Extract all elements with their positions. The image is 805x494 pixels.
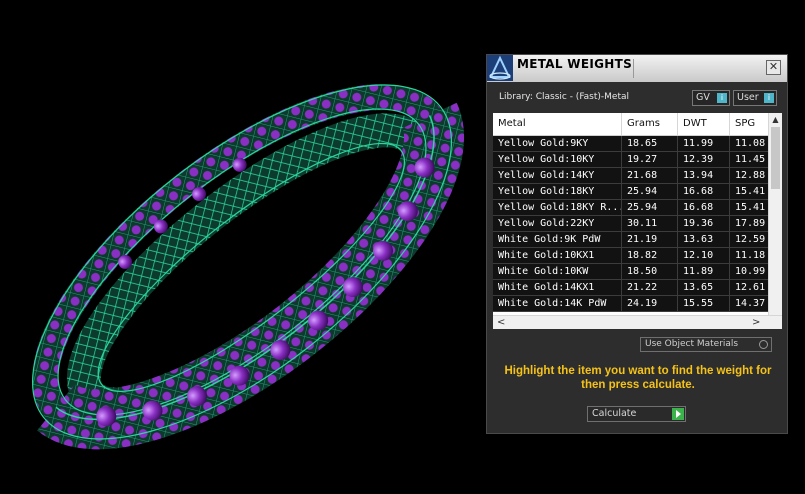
column-header-metal[interactable]: Metal <box>493 113 622 135</box>
dwt-cell: 11.89 <box>678 264 730 279</box>
dwt-cell: 16.68 <box>678 200 730 215</box>
table-row[interactable]: White Gold:14K PdW 24.19 15.55 14.37 <box>493 296 768 312</box>
dwt-cell: 13.94 <box>678 168 730 183</box>
table-header: Metal Grams DWT SPG <box>493 113 768 136</box>
spg-cell: 12.61 <box>735 282 766 293</box>
scrollbar-corner <box>768 316 782 329</box>
dwt-cell: 13.65 <box>678 280 730 295</box>
dwt-cell: 13.63 <box>678 232 730 247</box>
table-row[interactable]: Yellow Gold:22KY 30.11 19.36 17.89 <box>493 216 768 232</box>
column-header-grams[interactable]: Grams <box>622 113 678 135</box>
metal-cell: White Gold:10KW <box>493 264 622 279</box>
metal-cell: Yellow Gold:10KY <box>493 152 622 167</box>
spg-cell: 12.88 <box>735 170 766 181</box>
gv-toggle[interactable]: GV i <box>692 90 730 106</box>
metal-cell: Yellow Gold:9KY <box>493 136 622 151</box>
grams-cell: 18.65 <box>622 136 678 151</box>
grams-cell: 18.82 <box>622 248 678 263</box>
library-label: Library: Classic - (Fast)-Metal <box>499 92 630 102</box>
metal-cell: White Gold:14K PdW <box>493 296 622 311</box>
table-row[interactable]: White Gold:14KX1 21.22 13.65 12.61 <box>493 280 768 296</box>
dwt-cell: 11.99 <box>678 136 730 151</box>
panel-titlebar[interactable]: METAL WEIGHTS ✕ <box>487 55 787 82</box>
info-icon: i <box>764 93 774 103</box>
grams-cell: 25.94 <box>622 200 678 215</box>
metal-cell: Yellow Gold:14KY <box>493 168 622 183</box>
table-row[interactable]: Yellow Gold:14KY 21.68 13.94 12.88 <box>493 168 768 184</box>
metal-cell: White Gold:10KX1 <box>493 248 622 263</box>
close-button[interactable]: ✕ <box>766 60 781 75</box>
table-row[interactable]: Yellow Gold:18KY R... 25.94 16.68 15.41 <box>493 200 768 216</box>
spg-cell: 11.08 <box>735 138 766 149</box>
grams-cell: 21.68 <box>622 168 678 183</box>
app-logo-icon <box>487 55 513 81</box>
scroll-left-icon[interactable]: < <box>497 316 505 329</box>
column-header-dwt[interactable]: DWT <box>678 113 730 135</box>
spg-cell: 11.18 <box>735 250 766 261</box>
table-row[interactable]: White Gold:10KX1 18.82 12.10 11.18 <box>493 248 768 264</box>
column-header-spg[interactable]: SPG <box>730 113 768 135</box>
scroll-up-icon[interactable]: ▲ <box>769 113 782 126</box>
table-row[interactable]: Yellow Gold:10KY 19.27 12.39 11.45 <box>493 152 768 168</box>
titlebar-divider <box>633 59 634 78</box>
metal-cell: White Gold:9K PdW <box>493 232 622 247</box>
play-arrow-icon <box>672 408 684 420</box>
panel-title: METAL WEIGHTS <box>517 57 633 71</box>
dwt-cell: 15.55 <box>678 296 730 311</box>
metal-cell: Yellow Gold:22KY <box>493 216 622 231</box>
grams-cell: 30.11 <box>622 216 678 231</box>
grams-cell: 21.19 <box>622 232 678 247</box>
bangle-wireframe-render <box>31 84 464 450</box>
calculate-button[interactable]: Calculate <box>587 406 686 422</box>
info-icon: i <box>717 93 727 103</box>
table-row[interactable]: Yellow Gold:9KY 18.65 11.99 11.08 <box>493 136 768 152</box>
scroll-thumb[interactable] <box>771 127 780 189</box>
radio-icon[interactable] <box>759 340 768 349</box>
grams-cell: 18.50 <box>622 264 678 279</box>
dwt-cell: 12.39 <box>678 152 730 167</box>
metal-weights-panel: METAL WEIGHTS ✕ Library: Classic - (Fast… <box>486 54 788 434</box>
spg-cell: 15.41 <box>735 186 766 197</box>
instructions-text: Highlight the item you want to find the … <box>504 365 772 391</box>
dwt-cell: 12.10 <box>678 248 730 263</box>
horizontal-scrollbar[interactable]: < > <box>493 315 782 329</box>
calculate-label: Calculate <box>592 408 637 419</box>
metal-cell: Yellow Gold:18KY <box>493 184 622 199</box>
grams-cell: 21.22 <box>622 280 678 295</box>
table-body: Yellow Gold:9KY 18.65 11.99 11.08 Yellow Gol… <box>493 136 768 312</box>
spg-cell: 12.59 <box>735 234 766 245</box>
spg-cell: 15.41 <box>735 202 766 213</box>
spg-cell: 17.89 <box>735 218 766 229</box>
grams-cell: 19.27 <box>622 152 678 167</box>
spg-cell: 10.99 <box>735 266 766 277</box>
spg-cell: 14.37 <box>735 298 766 309</box>
metal-table: Metal Grams DWT SPG Yellow Gold:9KY 18.65… <box>493 113 782 329</box>
table-row[interactable]: White Gold:10KW 18.50 11.89 10.99 <box>493 264 768 280</box>
scroll-right-icon[interactable]: > <box>752 316 760 329</box>
grams-cell: 24.19 <box>622 296 678 311</box>
metal-cell: White Gold:14KX1 <box>493 280 622 295</box>
table-row[interactable]: White Gold:9K PdW 21.19 13.63 12.59 <box>493 232 768 248</box>
use-object-materials-toggle[interactable]: Use Object Materials <box>640 337 772 352</box>
3d-viewport[interactable] <box>0 0 480 490</box>
user-toggle-label: User <box>737 92 759 103</box>
vertical-scrollbar[interactable]: ▲ <box>768 113 782 315</box>
gv-toggle-label: GV <box>696 92 710 103</box>
user-toggle[interactable]: User i <box>733 90 777 106</box>
grams-cell: 25.94 <box>622 184 678 199</box>
use-object-materials-label: Use Object Materials <box>645 339 739 349</box>
dwt-cell: 16.68 <box>678 184 730 199</box>
metal-cell: Yellow Gold:18KY R... <box>493 200 622 215</box>
table-row[interactable]: Yellow Gold:18KY 25.94 16.68 15.41 <box>493 184 768 200</box>
dwt-cell: 19.36 <box>678 216 730 231</box>
spg-cell: 11.45 <box>735 154 766 165</box>
